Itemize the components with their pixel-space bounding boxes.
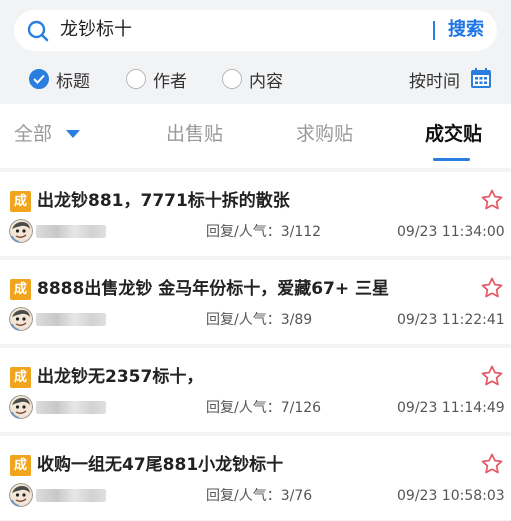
filter-author-option[interactable]: 作者 — [126, 66, 187, 92]
calendar-icon[interactable] — [470, 67, 492, 89]
search-input[interactable]: 龙钞标十 — [60, 19, 132, 41]
favorite-star-icon[interactable] — [480, 364, 504, 388]
avatar[interactable] — [9, 219, 33, 243]
post-item[interactable]: 成收购一组无47尾881小龙钞标十回复/人气：3/76 09/23 10:58:0… — [0, 436, 511, 520]
search-button[interactable]: 搜索 — [448, 19, 484, 41]
post-time: 09/23 10:58:03 — [397, 488, 505, 504]
post-time: 09/23 11:34:00 — [397, 224, 505, 240]
sort-by-time[interactable]: 按时间 — [409, 67, 460, 92]
filter-title-label: 标题 — [56, 71, 90, 92]
avatar[interactable] — [9, 483, 33, 507]
avatar[interactable] — [9, 307, 33, 331]
completed-badge: 成 — [10, 279, 31, 300]
post-title[interactable]: 8888出售龙钞 金马年份标十，爱藏67+ 三星 — [37, 277, 389, 301]
filter-title-option[interactable]: 标题 — [29, 66, 90, 92]
post-title[interactable]: 收购一组无47尾881小龙钞标十 — [37, 453, 283, 477]
favorite-star-icon[interactable] — [480, 188, 504, 212]
filter-content-option[interactable]: 内容 — [222, 66, 283, 92]
dropdown-arrow-icon[interactable] — [66, 130, 80, 138]
post-time: 09/23 11:14:49 — [397, 400, 505, 416]
completed-badge: 成 — [10, 367, 31, 388]
post-item[interactable]: 成出龙钞无2357标十， 回复/人气：7/126 09/23 11:14:49 — [0, 348, 511, 432]
post-time: 09/23 11:22:41 — [397, 312, 505, 328]
post-title[interactable]: 出龙钞881，7771标十拆的散张 — [37, 189, 290, 213]
blurred-username — [36, 401, 106, 414]
search-header: 龙钞标十 搜索 标题 作者 内容 按时间 — [0, 0, 511, 104]
search-icon — [27, 20, 49, 42]
post-reply-views: 回复/人气：3/112 — [206, 224, 322, 240]
radio-icon — [222, 69, 242, 89]
avatar[interactable] — [9, 395, 33, 419]
active-tab-indicator — [433, 158, 470, 161]
tab-buying[interactable]: 求购贴 — [296, 122, 353, 146]
favorite-star-icon[interactable] — [480, 452, 504, 476]
post-reply-views: 回复/人气：3/89 — [206, 312, 313, 328]
post-reply-views: 回复/人气：7/126 — [206, 400, 322, 416]
filter-content-label: 内容 — [249, 71, 283, 92]
completed-badge: 成 — [10, 191, 31, 212]
tab-selling[interactable]: 出售贴 — [166, 122, 223, 146]
post-item[interactable]: 成 8888出售龙钞 金马年份标十，爱藏67+ 三星回复/人气：3/89 09/23… — [0, 260, 511, 344]
filter-author-label: 作者 — [153, 71, 187, 92]
blurred-username — [36, 225, 106, 238]
checkmark-radio-icon — [29, 69, 49, 89]
completed-badge: 成 — [10, 455, 31, 476]
tab-all[interactable]: 全部 — [14, 122, 52, 146]
blurred-username — [36, 313, 106, 326]
search-divider — [433, 21, 435, 40]
post-title[interactable]: 出龙钞无2357标十， — [37, 365, 203, 389]
blurred-username — [36, 489, 106, 502]
post-reply-views: 回复/人气：3/76 — [206, 488, 313, 504]
search-bar[interactable]: 龙钞标十 搜索 — [14, 10, 497, 51]
tab-bar: 全部 出售贴 求购贴 成交贴 — [0, 104, 511, 168]
radio-icon — [126, 69, 146, 89]
tab-completed[interactable]: 成交贴 — [425, 122, 482, 146]
post-item[interactable]: 成出龙钞881，7771标十拆的散张回复/人气：3/112 09/23 11:34… — [0, 172, 511, 256]
favorite-star-icon[interactable] — [480, 276, 504, 300]
